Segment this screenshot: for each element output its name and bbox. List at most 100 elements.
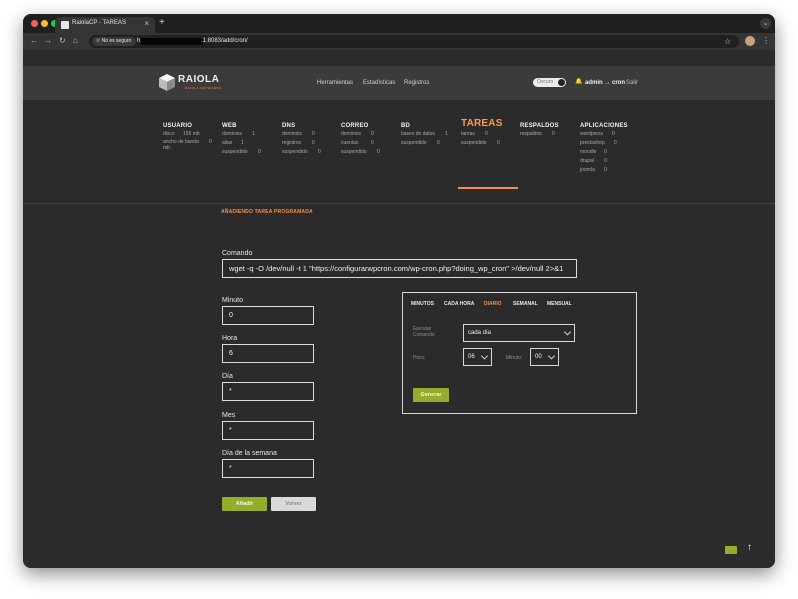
stat-bd[interactable]: BD bases de datos 1 suspendido 0 — [401, 122, 448, 148]
keyboard-shortcuts-icon[interactable] — [725, 546, 737, 554]
minute-label: Minuto — [222, 297, 244, 304]
stat-correo[interactable]: CORREO dominios 0 cuentas 0 suspendido 0 — [341, 122, 380, 157]
logo-cube-icon[interactable] — [159, 74, 175, 91]
page-title: AÑADIENDO TAREA PROGRAMADA — [221, 209, 313, 215]
security-chip[interactable]: ⊘ No es seguro — [92, 37, 137, 46]
profile-avatar[interactable] — [745, 36, 755, 46]
close-window-button[interactable] — [31, 20, 38, 27]
gen-minute-select[interactable]: 00 — [530, 348, 559, 366]
url-prefix: h — [137, 38, 141, 44]
stat-heading: BD — [401, 123, 411, 129]
chevron-down-icon — [480, 352, 489, 360]
reload-icon[interactable]: ↻ — [59, 36, 66, 46]
bell-icon[interactable]: 🔔 — [575, 78, 582, 86]
month-input[interactable]: * — [222, 421, 314, 440]
stat-row: tareas 0 — [461, 131, 488, 137]
day-input[interactable]: * — [222, 382, 314, 401]
stat-row: respaldos 0 — [520, 131, 555, 137]
weekday-label: Día de la semana — [222, 450, 277, 457]
stat-row: dominios 1 — [222, 131, 255, 137]
stat-row: drupal 0 — [580, 158, 607, 164]
stat-row: dominios 0 — [282, 131, 315, 137]
nav-herramientas[interactable]: Herramientas — [317, 79, 353, 87]
page-content: RAIOLA RAIOLA NETWORKS Herramientas Esta… — [23, 50, 775, 568]
run-command-label-2: Comando — [413, 332, 435, 338]
logo-text[interactable]: RAIOLA — [178, 74, 219, 85]
browser-tab[interactable]: RaiolaCP - TAREAS × — [55, 17, 155, 33]
command-input[interactable]: wget -q -O /dev/null -t 1 "https://confi… — [222, 259, 577, 278]
url-text: :1:8083/add/cron/ — [201, 38, 248, 44]
tab-search-button[interactable]: ⌄ — [760, 18, 771, 29]
back-button[interactable]: Volver — [271, 497, 316, 511]
minute-input[interactable]: 0 — [222, 306, 314, 325]
stat-row: prestashop 0 — [580, 140, 617, 146]
stat-row: suspendido 0 — [282, 149, 321, 155]
stat-heading: WEB — [222, 123, 237, 129]
tab-close-icon[interactable]: × — [144, 19, 149, 29]
stat-row: cuentas 0 — [341, 140, 374, 146]
gen-hour-label: Hora: — [413, 355, 426, 361]
toggle-knob — [558, 79, 565, 86]
day-label: Día — [222, 373, 233, 380]
weekday-input[interactable]: * — [222, 459, 314, 478]
nav-estadisticas[interactable]: Estadísticas — [363, 79, 395, 87]
active-tab-underline — [458, 187, 518, 189]
stat-row: mb — [163, 145, 170, 151]
command-label: Comando — [222, 250, 253, 257]
stat-web[interactable]: WEB dominios 1 alias 1 suspendido 0 — [222, 122, 261, 157]
nav-registros[interactable]: Registros — [404, 79, 429, 87]
logo-subtitle: RAIOLA NETWORKS — [185, 86, 222, 90]
frequency-select[interactable]: cada día — [463, 324, 575, 342]
user-label[interactable]: admin → cron — [585, 79, 625, 87]
logout-link[interactable]: Salir — [626, 79, 638, 87]
hour-label: Hora — [222, 335, 238, 342]
cron-generator-panel: MINUTOS CADA HORA DIARIO SEMANAL MENSUAL… — [402, 292, 637, 414]
stat-respaldos[interactable]: RESPALDOS respaldos 0 — [520, 122, 559, 139]
stat-row: suspendido 0 — [461, 140, 500, 146]
back-arrow-icon[interactable]: ← — [30, 36, 38, 46]
tab-semanal[interactable]: SEMANAL — [513, 301, 538, 308]
stat-row: wordpress 0 — [580, 131, 615, 137]
theme-toggle[interactable]: Oscuro — [533, 78, 566, 87]
stat-heading: DNS — [282, 123, 296, 129]
stat-row: suspendido 0 — [222, 149, 261, 155]
stat-row: dominios 0 — [341, 131, 374, 137]
add-button[interactable]: Añadir — [222, 497, 267, 511]
bookmark-star-icon[interactable]: ☆ — [724, 37, 731, 46]
stat-row: suspendido 0 — [341, 149, 380, 155]
chevron-down-icon — [563, 328, 572, 336]
stat-row: disco 155 mb — [163, 131, 200, 137]
stat-row: moodle 0 — [580, 149, 607, 155]
month-label: Mes — [222, 412, 236, 419]
stat-heading: APLICACIONES — [580, 123, 628, 129]
new-tab-button[interactable]: + — [159, 17, 165, 29]
gen-hour-select[interactable]: 06 — [463, 348, 492, 366]
tab-strip: RaiolaCP - TAREAS × + ⌄ — [23, 14, 775, 33]
stat-usuario[interactable]: USUARIO disco 155 mb ancho de banda 0 mb — [163, 122, 212, 151]
gen-minute-label: Minuto: — [506, 355, 523, 361]
address-bar[interactable]: ⊘ No es seguro h :1:8083/add/cron/ — [89, 35, 739, 48]
stat-row: joomla 0 — [580, 167, 607, 173]
stat-row: alias 1 — [222, 140, 244, 146]
generate-button[interactable]: Generar — [413, 388, 449, 402]
stat-aplicaciones[interactable]: APLICACIONES wordpress 0 prestashop 0 mood… — [580, 122, 628, 175]
stat-tareas[interactable]: TAREAS tareas 0 suspendido 0 — [461, 118, 503, 148]
stat-heading-active: TAREAS — [461, 118, 503, 129]
gen-hour-value: 06 — [468, 354, 475, 360]
scroll-top-icon[interactable]: ↑ — [747, 542, 752, 554]
tab-diario[interactable]: DIARIO — [484, 301, 502, 308]
forward-arrow-icon[interactable]: → — [44, 36, 52, 46]
hour-input[interactable]: 6 — [222, 344, 314, 363]
minimize-window-button[interactable] — [41, 20, 48, 27]
tab-minutos[interactable]: MINUTOS — [411, 301, 434, 308]
home-icon[interactable]: ⌂ — [73, 36, 78, 46]
browser-menu-icon[interactable]: ⋮ — [762, 36, 770, 46]
browser-toolbar: ← → ↻ ⌂ ⊘ No es seguro h :1:8083/add/cro… — [23, 33, 775, 50]
stat-dns[interactable]: DNS dominios 0 registros 0 suspendido 0 — [282, 122, 321, 157]
tab-cada-hora[interactable]: CADA HORA — [444, 301, 474, 308]
tab-mensual[interactable]: MENSUAL — [547, 301, 572, 308]
stat-row: registros 0 — [282, 140, 315, 146]
gen-minute-value: 00 — [535, 354, 542, 360]
stat-heading: RESPALDOS — [520, 123, 559, 129]
section-divider — [23, 203, 775, 204]
